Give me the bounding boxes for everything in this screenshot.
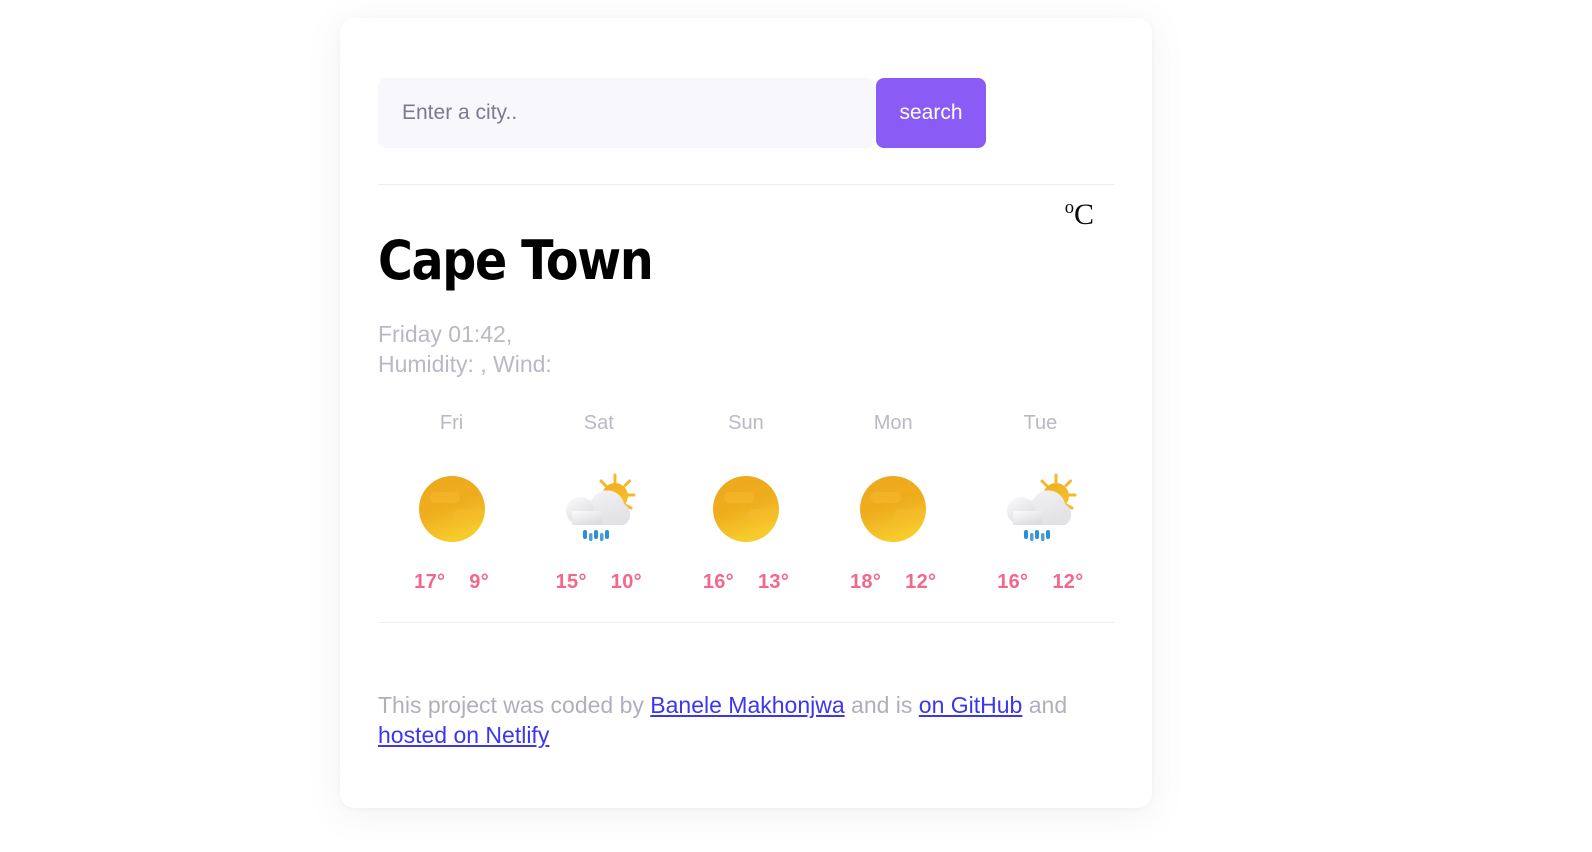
sun-icon (696, 459, 796, 559)
unit-scale: C (1073, 198, 1094, 231)
temperature-unit-label[interactable]: oC (1064, 197, 1094, 231)
github-link[interactable]: on GitHub (919, 692, 1023, 718)
sun-icon (402, 459, 502, 559)
forecast-temp-max: 16° (702, 571, 734, 593)
forecast-temp-min: 9° (469, 571, 490, 593)
divider-top (378, 184, 1114, 185)
sun-cloud-rain-icon (549, 459, 649, 559)
forecast-day-label: Sun (728, 412, 764, 434)
forecast-day: Fri 17° 9° (378, 410, 525, 594)
current-datetime: Friday 01:42, (378, 321, 513, 347)
weather-card: search oC Cape Town Friday 01:42, Humidi… (340, 18, 1152, 808)
sun-icon (843, 459, 943, 559)
current-conditions: Friday 01:42, Humidity: , Wind: (378, 319, 552, 379)
footer-middle: and is (844, 692, 919, 718)
forecast-temps: 16° 13° (703, 571, 789, 594)
forecast-temp-max: 17° (414, 571, 446, 593)
forecast-temp-min: 12° (905, 571, 937, 593)
forecast-temp-max: 18° (850, 571, 882, 593)
forecast-temps: 18° 12° (850, 571, 936, 594)
sun-cloud-rain-icon (990, 459, 1090, 559)
footer-prefix: This project was coded by (378, 692, 651, 718)
forecast-temp-min: 12° (1052, 571, 1084, 593)
search-button[interactable]: search (876, 78, 986, 148)
forecast-temp-max: 16° (997, 571, 1029, 593)
author-link[interactable]: Banele Makhonjwa (650, 692, 844, 718)
forecast-day: Sun 16° 13° (672, 410, 819, 594)
app-root: search oC Cape Town Friday 01:42, Humidi… (0, 0, 1592, 852)
forecast-day: Tue 16° 12° (967, 410, 1114, 594)
forecast-day-label: Mon (873, 412, 913, 434)
forecast-temps: 17° 9° (414, 571, 489, 594)
forecast-temps: 15° 10° (556, 571, 642, 594)
degree-symbol: o (1064, 197, 1074, 218)
forecast-temp-min: 13° (757, 571, 790, 593)
divider-bottom (378, 622, 1114, 623)
footer-join: and (1022, 692, 1068, 718)
card-content: search oC Cape Town Friday 01:42, Humidi… (378, 18, 1114, 808)
forecast-temps: 16° 12° (997, 571, 1083, 594)
search-input[interactable] (378, 78, 875, 148)
forecast-day-label: Sat (583, 412, 614, 434)
search-form: search (378, 78, 1114, 148)
current-details: Humidity: , Wind: (378, 351, 552, 377)
city-name: Cape Town (378, 229, 654, 292)
forecast-day-label: Tue (1023, 412, 1058, 434)
forecast-day-label: Fri (439, 412, 464, 434)
forecast-temp-min: 10° (610, 571, 642, 593)
forecast-day: Sat 15° 10° (525, 410, 672, 594)
netlify-link[interactable]: hosted on Netlify (378, 722, 549, 748)
forecast-temp-max: 15° (555, 571, 587, 593)
forecast-row: Fri 17° 9° Sat 15° 10° Sun 16° 13° Mon 1… (378, 410, 1114, 594)
footer-credit: This project was coded by Banele Makhonj… (378, 690, 1126, 750)
forecast-day: Mon 18° 12° (820, 410, 967, 594)
